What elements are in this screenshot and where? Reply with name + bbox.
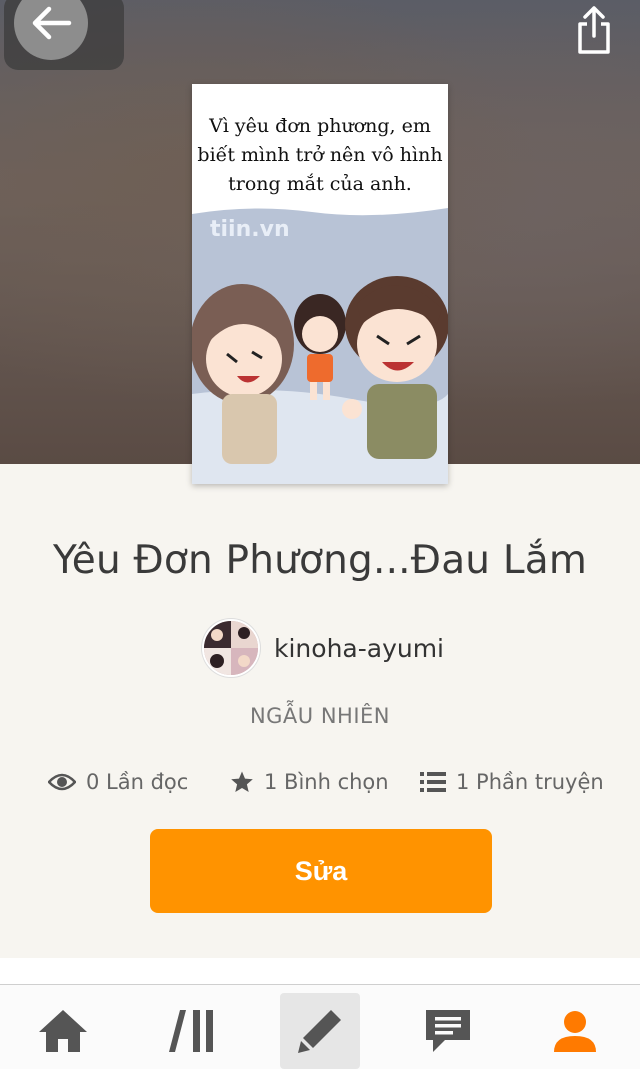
bottom-tab-bar (0, 984, 640, 1069)
profile-icon (554, 1011, 596, 1052)
category-link[interactable]: NGẪU NHIÊN (0, 704, 640, 728)
story-title: Yêu Đơn Phương...Đau Lắm (52, 538, 588, 583)
stat-votes: 1 Bình chọn (230, 762, 389, 802)
stat-parts: 1 Phần truyện (420, 762, 604, 802)
votes-count: 1 Bình chọn (264, 770, 389, 794)
edit-button[interactable]: Sửa (150, 829, 492, 913)
cover-caption: Vì yêu đơn phương, em biết mình trở nên … (197, 115, 443, 195)
stat-reads: 0 Lần đọc (48, 762, 188, 802)
star-icon (231, 771, 253, 792)
tab-library[interactable] (152, 993, 232, 1069)
eye-icon (48, 773, 76, 791)
author-link[interactable]: kinoha-ayumi (202, 618, 444, 678)
cover-illustration: tiin.vn (192, 208, 448, 484)
back-arrow-icon (14, 0, 88, 60)
chat-icon (426, 1010, 470, 1052)
cover-watermark: tiin.vn (210, 217, 290, 242)
avatar (202, 619, 260, 677)
list-icon (420, 772, 446, 792)
author-name: kinoha-ayumi (274, 633, 445, 663)
home-icon (39, 1010, 87, 1052)
share-icon (578, 6, 610, 54)
library-icon (169, 1010, 213, 1052)
tab-messages[interactable] (408, 993, 488, 1069)
tab-home[interactable] (23, 993, 103, 1069)
story-cover[interactable]: Vì yêu đơn phương, em biết mình trở nên … (192, 84, 448, 484)
story-stats: 0 Lần đọc 1 Bình chọn 1 Phần truyện (0, 762, 640, 802)
section-divider (0, 958, 640, 984)
parts-count: 1 Phần truyện (456, 770, 604, 794)
pencil-icon (298, 1010, 341, 1053)
share-button[interactable] (574, 4, 614, 56)
tab-write[interactable] (280, 993, 360, 1069)
back-button[interactable] (4, 0, 124, 70)
reads-count: 0 Lần đọc (86, 770, 189, 794)
tab-profile[interactable] (535, 993, 615, 1069)
